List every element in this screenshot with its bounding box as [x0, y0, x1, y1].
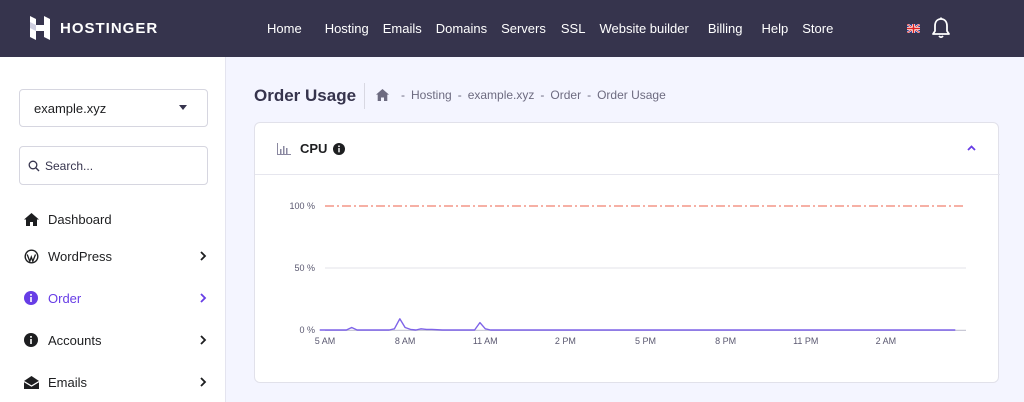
sidebar-item-order[interactable]: Order: [0, 279, 226, 317]
sidebar-item-emails[interactable]: Emails: [0, 363, 226, 401]
brand-logo[interactable]: HOSTINGER: [30, 16, 158, 40]
search-input[interactable]: [45, 158, 195, 173]
info-icon: [23, 290, 39, 306]
nav-hosting[interactable]: Hosting: [318, 21, 376, 36]
nav-store[interactable]: Store: [795, 21, 840, 36]
breadcrumb-separator: -: [587, 88, 592, 102]
top-navbar: HOSTINGER Home Hosting Emails Domains Se…: [0, 0, 1024, 57]
nav-billing[interactable]: Billing: [696, 21, 750, 36]
y-tick-label: 0 %: [299, 325, 315, 335]
info-icon: [23, 332, 39, 348]
notifications-bell-icon[interactable]: [931, 17, 951, 39]
x-tick-label: 8 AM: [395, 336, 416, 346]
hostinger-logo-icon: [30, 16, 50, 40]
breadcrumb-separator: -: [540, 88, 545, 102]
domain-select[interactable]: example.xyz: [19, 89, 208, 127]
breadcrumb-item-domain[interactable]: example.xyz: [468, 88, 535, 102]
cpu-chart: 0 % 50 % 100 % 5 AM 8 AM 11 AM 2 PM 5 PM 8 PM 11 …: [289, 201, 966, 346]
nav-domains[interactable]: Domains: [429, 21, 494, 36]
sidebar-item-dashboard[interactable]: Dashboard: [0, 200, 226, 238]
sidebar: example.xyz Dashboard WordPress Or: [0, 57, 226, 402]
bar-chart-icon: [277, 143, 291, 155]
breadcrumb-item-hosting[interactable]: Hosting: [411, 88, 452, 102]
nav-home[interactable]: Home: [260, 21, 318, 36]
chevron-right-icon: [200, 335, 207, 345]
x-tick-label: 5 AM: [315, 336, 336, 346]
x-tick-label: 5 PM: [635, 336, 656, 346]
nav-emails[interactable]: Emails: [376, 21, 429, 36]
breadcrumb-item-current: Order Usage: [597, 88, 666, 102]
x-tick-label: 11 PM: [793, 336, 818, 346]
card-title: CPU: [300, 141, 328, 156]
mail-icon: [23, 374, 39, 390]
card-header[interactable]: CPU: [255, 123, 1000, 175]
wordpress-icon: [23, 248, 39, 264]
sidebar-item-label: Accounts: [48, 332, 102, 348]
page-title: Order Usage: [254, 86, 357, 105]
sidebar-item-wordpress[interactable]: WordPress: [0, 237, 226, 275]
y-tick-label: 100 %: [289, 201, 315, 211]
nav-help[interactable]: Help: [750, 21, 796, 36]
x-tick-label: 8 PM: [715, 336, 736, 346]
sidebar-item-label: Order: [48, 290, 82, 306]
home-icon: [23, 211, 39, 227]
chevron-right-icon: [200, 251, 207, 261]
cpu-usage-card: CPU 0 % 50 % 100 % 5 AM 8 AM 11 AM 2 PM 5 PM 8 P…: [254, 122, 1000, 383]
main-nav: Home Hosting Emails Domains Servers SSL …: [260, 0, 840, 57]
x-tick-label: 2 PM: [555, 336, 576, 346]
sidebar-search: [19, 146, 208, 185]
x-tick-label: 11 AM: [473, 336, 498, 346]
cpu-series-line: [319, 318, 956, 331]
sidebar-item-accounts[interactable]: Accounts: [0, 321, 226, 359]
breadcrumb-separator: -: [457, 88, 462, 102]
search-icon: [28, 160, 40, 171]
chevron-right-icon: [200, 293, 207, 303]
chevron-up-icon[interactable]: [967, 145, 976, 151]
domain-select-value: example.xyz: [34, 100, 107, 116]
breadcrumb: - Hosting - example.xyz - Order - Order …: [376, 88, 666, 102]
title-divider: [364, 83, 365, 109]
uk-flag-icon[interactable]: [907, 24, 920, 33]
caret-down-icon: [179, 105, 187, 110]
brand-name: HOSTINGER: [60, 19, 159, 37]
nav-servers[interactable]: Servers: [494, 21, 553, 36]
breadcrumb-separator: -: [401, 88, 405, 102]
chevron-right-icon: [200, 377, 207, 387]
sidebar-item-label: Emails: [48, 374, 88, 390]
nav-website-builder[interactable]: Website builder: [592, 21, 695, 36]
nav-ssl[interactable]: SSL: [553, 21, 593, 36]
x-tick-label: 2 AM: [876, 336, 897, 346]
info-icon[interactable]: [333, 143, 345, 155]
home-icon[interactable]: [376, 89, 389, 101]
sidebar-item-label: Dashboard: [48, 211, 112, 227]
sidebar-item-label: WordPress: [48, 248, 113, 264]
y-tick-label: 50 %: [294, 263, 315, 273]
breadcrumb-item-order[interactable]: Order: [550, 88, 581, 102]
